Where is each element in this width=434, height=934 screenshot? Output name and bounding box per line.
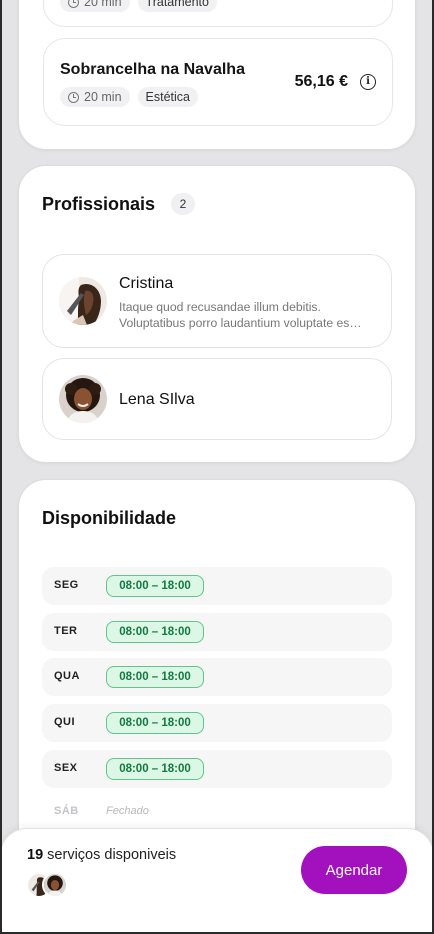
duration-pill: 20 min [60, 87, 130, 107]
category-pill: Tratamento [137, 0, 217, 12]
booking-bar: 19 serviços disponiveis Agendar [1, 828, 433, 934]
professional-description: Itaque quod recusandae illum debitis. Vo… [119, 299, 377, 331]
info-icon[interactable]: i [360, 74, 376, 90]
hours-badge: 08:00 – 18:00 [106, 575, 204, 597]
avatar [59, 375, 107, 423]
service-meta: 20 min Estética [60, 87, 198, 107]
hours-badge: 08:00 – 18:00 [106, 621, 204, 643]
professional-avatars [26, 872, 68, 898]
services-available-text: 19 serviços disponiveis [27, 847, 176, 863]
professionals-title: Profissionais [42, 194, 156, 214]
book-button[interactable]: Agendar [301, 846, 407, 894]
professionals-count-badge: 2 [171, 193, 195, 215]
duration-text: 20 min [84, 90, 122, 104]
professional-name: Lena SIlva [119, 391, 195, 408]
day-label: SEX [54, 762, 78, 774]
day-row-sat: SÁB Fechado [42, 793, 392, 831]
day-label: SEG [54, 579, 79, 591]
hours-badge: 08:00 – 18:00 [106, 666, 204, 688]
day-label: QUI [54, 716, 76, 728]
service-count: 19 [27, 847, 44, 863]
avatar [42, 872, 68, 898]
description-line: Itaque quod recusandae illum debitis. [119, 300, 321, 314]
services-card: 20 min Tratamento Sobrancelha na Navalha… [18, 0, 416, 150]
clock-icon [68, 0, 79, 8]
service-item-previous[interactable]: 20 min Tratamento [43, 0, 393, 27]
day-label: QUA [54, 670, 80, 682]
day-row-fri: SEX 08:00 – 18:00 [42, 750, 392, 788]
day-label: SÁB [54, 805, 79, 817]
service-name: Sobrancelha na Navalha [60, 61, 245, 78]
professional-name: Cristina [119, 275, 174, 292]
service-count-label: serviços disponiveis [47, 847, 177, 863]
professional-item-lena[interactable]: Lena SIlva [42, 358, 392, 440]
category-pill: Estética [137, 87, 198, 107]
hours-badge: 08:00 – 18:00 [106, 712, 204, 734]
duration-text: 20 min [84, 0, 122, 9]
availability-title: Disponibilidade [42, 508, 177, 528]
hours-badge: 08:00 – 18:00 [106, 758, 204, 780]
day-label: TER [54, 625, 78, 637]
duration-pill: 20 min [60, 0, 130, 12]
avatar [59, 277, 107, 325]
service-meta: 20 min Tratamento [60, 0, 217, 12]
day-row-mon: SEG 08:00 – 18:00 [42, 567, 392, 605]
clock-icon [68, 91, 79, 103]
day-row-thu: QUI 08:00 – 18:00 [42, 704, 392, 742]
professionals-card: Profissionais 2 Cristina Itaque quod rec… [18, 165, 416, 463]
day-row-tue: TER 08:00 – 18:00 [42, 613, 392, 651]
service-item[interactable]: Sobrancelha na Navalha 20 min Estética 5… [43, 38, 393, 126]
day-row-wed: QUA 08:00 – 18:00 [42, 658, 392, 696]
service-price: 56,16 € [294, 73, 348, 90]
professional-item-cristina[interactable]: Cristina Itaque quod recusandae illum de… [42, 254, 392, 348]
closed-label: Fechado [106, 805, 149, 817]
description-line: Voluptatibus porro laudantium voluptate … [119, 316, 362, 330]
